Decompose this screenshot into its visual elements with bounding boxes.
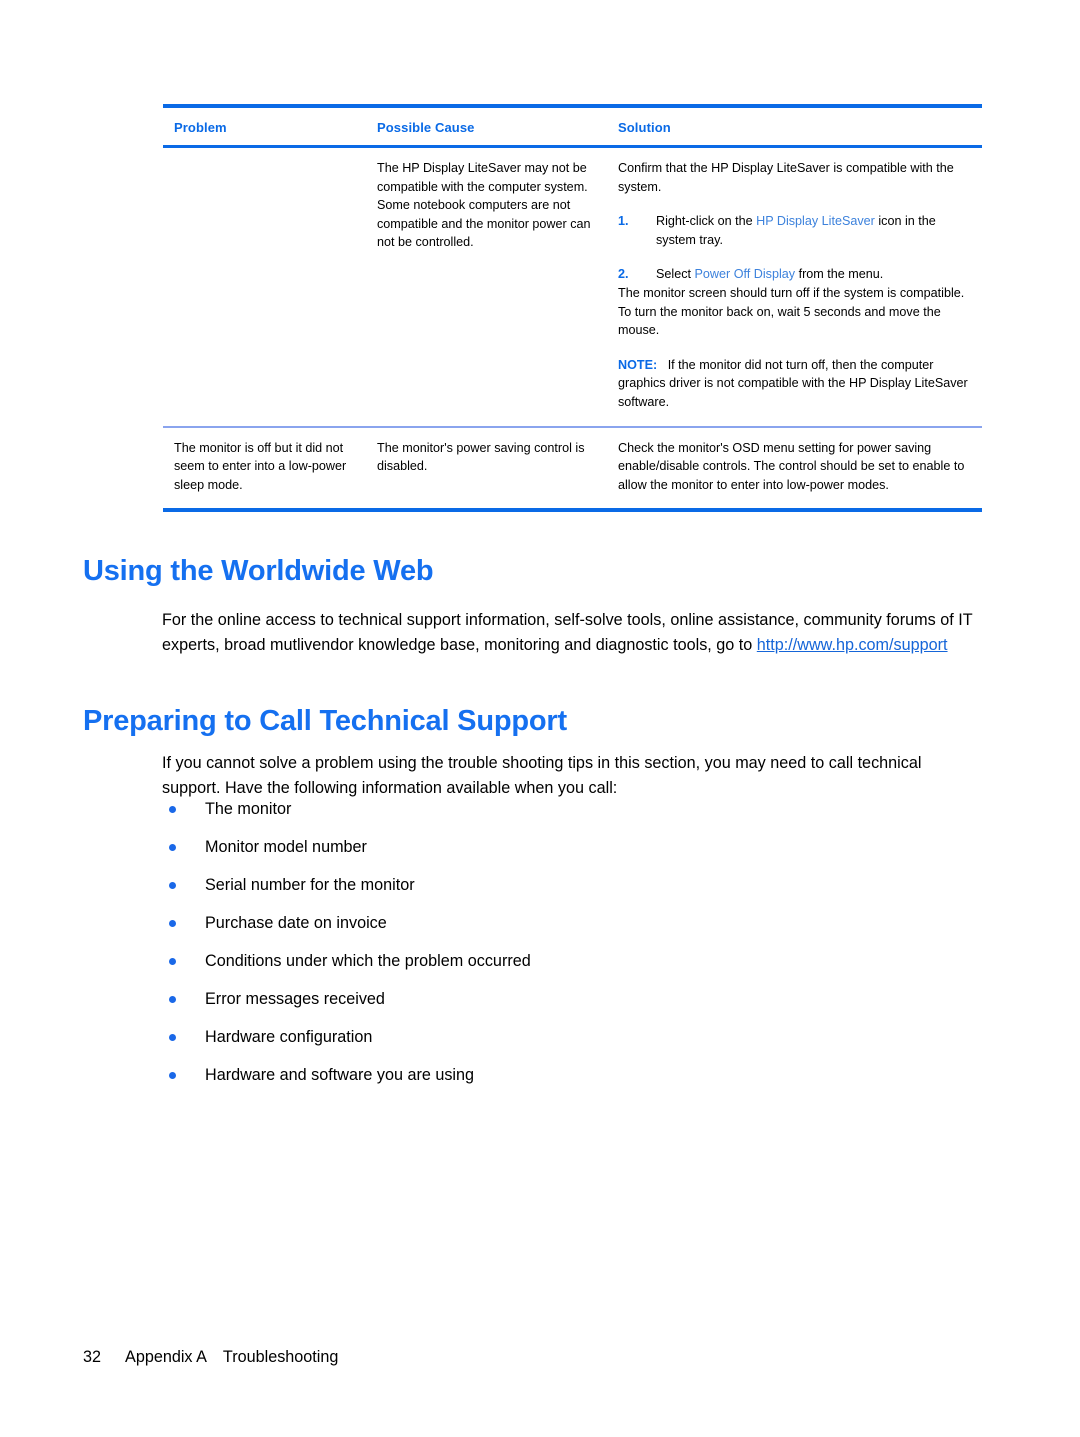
- heading-using-the-worldwide-web: Using the Worldwide Web: [83, 555, 434, 588]
- solution-step: 1. Right-click on the HP Display LiteSave…: [618, 212, 970, 249]
- solution-after-steps: The monitor screen should turn off if th…: [618, 285, 965, 338]
- bullet-icon: [169, 958, 176, 965]
- list-item: Hardware and software you are using: [162, 1063, 922, 1101]
- solution-steps: 1. Right-click on the HP Display LiteSave…: [618, 212, 970, 284]
- cell-possible-cause: The monitor's power saving control is di…: [377, 440, 585, 474]
- list-item-label: Conditions under which the problem occur…: [205, 952, 531, 970]
- list-item: The monitor: [162, 797, 922, 835]
- list-item: Error messages received: [162, 987, 922, 1025]
- cell-solution: Confirm that the HP Display LiteSaver is…: [607, 148, 982, 426]
- solution-step: 2. Select Power Off Display from the menu…: [618, 265, 970, 284]
- troubleshooting-table: Problem Possible Cause Solution The HP D…: [163, 104, 982, 513]
- bullet-icon: [169, 996, 176, 1003]
- list-item-label: Hardware and software you are using: [205, 1066, 475, 1084]
- bullet-icon: [169, 1034, 176, 1041]
- list-item: Serial number for the monitor: [162, 873, 922, 911]
- cell-problem: The monitor is off but it did not seem t…: [174, 440, 347, 492]
- cell-solution: Check the monitor's OSD menu setting for…: [618, 440, 965, 492]
- step-highlight: Power Off Display: [694, 267, 796, 282]
- bullet-icon: [169, 844, 176, 851]
- bullet-icon: [169, 1072, 176, 1079]
- list-item-label: The monitor: [205, 800, 292, 818]
- heading-preparing-to-call-technical-support: Preparing to Call Technical Support: [83, 705, 567, 738]
- list-item: Conditions under which the problem occur…: [162, 949, 922, 987]
- table-header-row: Problem Possible Cause Solution: [163, 108, 982, 148]
- column-header-solution: Solution: [618, 120, 671, 135]
- list-item: Monitor model number: [162, 835, 922, 873]
- page-number: 32: [83, 1348, 102, 1366]
- paragraph-preparing-to-call: If you cannot solve a problem using the …: [162, 754, 922, 798]
- document-page: Problem Possible Cause Solution The HP D…: [0, 0, 1080, 1437]
- list-item-label: Serial number for the monitor: [205, 876, 415, 894]
- step-text-before: Select: [656, 267, 695, 282]
- bullet-icon: [169, 920, 176, 927]
- step-text-before: Right-click on the: [656, 214, 757, 229]
- note-label: NOTE:: [618, 357, 658, 372]
- list-item: Hardware configuration: [162, 1025, 922, 1063]
- paragraph-worldwide-web: For the online access to technical suppo…: [162, 608, 984, 658]
- footer-chapter: Troubleshooting: [222, 1348, 339, 1366]
- solution-intro: Confirm that the HP Display LiteSaver is…: [618, 161, 954, 194]
- footer-appendix: Appendix A: [125, 1348, 207, 1366]
- table-row: The monitor is off but it did not seem t…: [163, 425, 982, 509]
- list-item-label: Hardware configuration: [205, 1028, 373, 1046]
- step-number: 1.: [618, 214, 629, 229]
- step-highlight: HP Display LiteSaver: [756, 214, 875, 229]
- table-row: The HP Display LiteSaver may not be comp…: [163, 148, 982, 426]
- support-url-link[interactable]: http://www.hp.com/support: [757, 636, 948, 654]
- list-item-label: Monitor model number: [205, 838, 367, 856]
- information-checklist: The monitor Monitor model number Serial …: [162, 797, 922, 1101]
- step-number: 2.: [618, 267, 629, 282]
- note-text: If the monitor did not turn off, then th…: [618, 357, 968, 409]
- cell-possible-cause: The HP Display LiteSaver may not be comp…: [377, 161, 591, 250]
- page-footer: 32 Appendix A Troubleshooting: [83, 1348, 338, 1367]
- column-header-problem: Problem: [174, 120, 227, 135]
- step-text-after: from the menu.: [795, 267, 884, 282]
- solution-note: NOTE: If the monitor did not turn off, t…: [618, 356, 970, 412]
- cell-problem: [163, 148, 366, 426]
- bullet-icon: [169, 806, 176, 813]
- list-item-label: Error messages received: [205, 990, 385, 1008]
- list-item-label: Purchase date on invoice: [205, 914, 387, 932]
- list-item: Purchase date on invoice: [162, 911, 922, 949]
- column-header-possible-cause: Possible Cause: [377, 120, 475, 135]
- bullet-icon: [169, 882, 176, 889]
